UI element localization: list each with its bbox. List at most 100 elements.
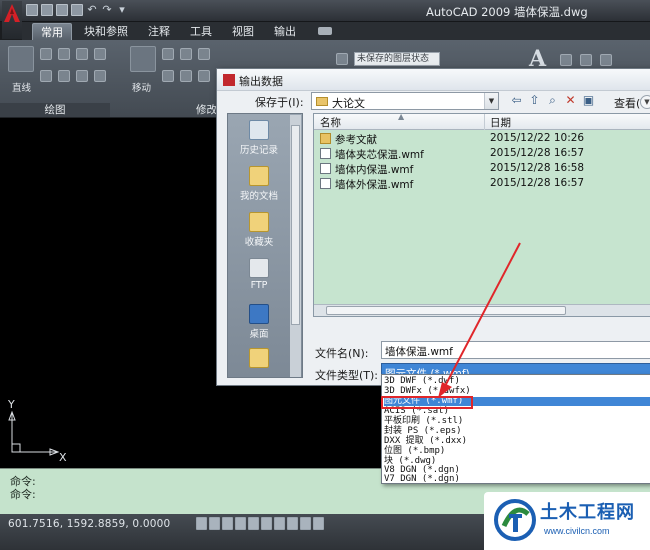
draw-panel-label[interactable]: 绘图 <box>0 103 110 117</box>
layer-state-combo[interactable]: 未保存的图层状态 <box>354 52 440 66</box>
modify-panel-label[interactable]: 修改 <box>196 103 218 117</box>
filetype-dropdown-list[interactable]: 3D DWF (*.dwf) 3D DWFx (*.dwfx) 图元文件 (*.… <box>381 374 650 484</box>
save-icon[interactable] <box>56 4 68 16</box>
filetype-option[interactable]: DXX 提取 (*.dxx) <box>384 437 467 446</box>
search-icon[interactable]: ⌕ <box>545 93 560 108</box>
trim-icon[interactable] <box>180 48 192 60</box>
osnap-toggle-icon[interactable] <box>248 517 259 530</box>
dimension-icon[interactable] <box>560 54 572 66</box>
filetype-option[interactable]: 平板印刷 (*.stl) <box>384 417 463 426</box>
move-tool-icon[interactable] <box>130 46 156 72</box>
place-desktop[interactable]: 桌面 <box>228 304 290 340</box>
places-scrollbar[interactable] <box>290 115 301 377</box>
quick-access-toolbar: ↶ ↷ ▾ <box>26 4 128 18</box>
ribbon-minimize-button[interactable] <box>318 27 332 35</box>
undo-icon[interactable]: ↶ <box>86 4 98 16</box>
file-row[interactable]: 墙体夹芯保温.wmf 2015/12/28 16:57 <box>314 146 650 161</box>
filetype-option[interactable]: 封装 PS (*.eps) <box>384 427 462 436</box>
sort-arrow-icon: ▲ <box>398 113 405 121</box>
window-title: AutoCAD 2009 墙体保温.dwg <box>426 5 588 19</box>
column-divider[interactable] <box>484 114 485 130</box>
dropdown-icon[interactable]: ▾ <box>116 4 128 16</box>
grid-toggle-icon[interactable] <box>209 517 220 530</box>
file-list[interactable]: 名称 ▲ 日期 参考文献 2015/12/22 10:26 墙体夹芯保温.wmf… <box>313 113 650 317</box>
place-desktop-label: 桌面 <box>249 329 269 340</box>
circle-icon[interactable] <box>40 70 52 82</box>
filename-input[interactable]: 墙体保温.wmf <box>381 341 650 359</box>
tab-annotate[interactable]: 注释 <box>140 23 178 40</box>
watermark: 土木工程网 www.civilcn.com <box>484 492 650 550</box>
new-file-icon[interactable] <box>26 4 38 16</box>
layer-state-icon[interactable] <box>336 53 348 65</box>
dyn-toggle-icon[interactable] <box>287 517 298 530</box>
new-folder-icon[interactable]: ▣ <box>581 93 596 108</box>
arc-icon[interactable] <box>58 48 70 60</box>
history-icon <box>249 120 269 140</box>
command-prompt-line[interactable]: 命令: <box>10 486 36 502</box>
line-tool-icon[interactable] <box>8 46 34 72</box>
leader-icon[interactable] <box>580 54 592 66</box>
ellipse-icon[interactable] <box>58 70 70 82</box>
file-list-hscrollbar[interactable] <box>314 304 650 316</box>
place-extra[interactable] <box>228 348 290 370</box>
export-data-dialog: 输出数据 保存于(I): 大论文 ▼ ⇦ ⇧ ⌕ ✕ ▣ 查看(V) ▼ 历史记… <box>216 68 650 386</box>
mirror-icon[interactable] <box>180 70 192 82</box>
file-row[interactable]: 墙体外保温.wmf 2015/12/28 16:57 <box>314 176 650 191</box>
rectangle-icon[interactable] <box>94 48 106 60</box>
file-row[interactable]: 参考文献 2015/12/22 10:26 <box>314 131 650 146</box>
chevron-down-icon[interactable]: ▼ <box>640 95 650 109</box>
title-bar: ↶ ↷ ▾ AutoCAD 2009 墙体保温.dwg <box>0 0 650 22</box>
tab-view[interactable]: 视图 <box>224 23 262 40</box>
dialog-title-bar[interactable]: 输出数据 <box>217 69 650 91</box>
erase-icon[interactable] <box>198 48 210 60</box>
watermark-url: www.civilcn.com <box>544 526 610 536</box>
filetype-option[interactable]: 3D DWF (*.dwf) <box>384 377 460 386</box>
place-favorites[interactable]: 收藏夹 <box>228 212 290 248</box>
snap-toggle-icon[interactable] <box>196 517 207 530</box>
table-icon[interactable] <box>600 54 612 66</box>
otrack-toggle-icon[interactable] <box>261 517 272 530</box>
wmf-file-icon <box>320 178 331 189</box>
lineweight-toggle-icon[interactable] <box>300 517 311 530</box>
place-ftp[interactable]: FTP <box>228 258 290 291</box>
tab-tools[interactable]: 工具 <box>182 23 220 40</box>
quick-properties-toggle-icon[interactable] <box>313 517 324 530</box>
up-folder-icon[interactable]: ⇧ <box>527 93 542 108</box>
column-header-name[interactable]: 名称 <box>320 115 341 130</box>
tab-home[interactable]: 常用 <box>32 22 72 40</box>
filetype-label: 文件类型(T): <box>315 369 379 382</box>
autocad-logo-icon <box>4 4 20 22</box>
filetype-option[interactable]: 位图 (*.bmp) <box>384 447 445 456</box>
back-icon[interactable]: ⇦ <box>509 93 524 108</box>
filetype-option[interactable]: V7 DGN (*.dgn) <box>384 475 460 484</box>
hscroll-thumb[interactable] <box>326 306 566 315</box>
polyline-icon[interactable] <box>40 48 52 60</box>
polygon-icon[interactable] <box>76 48 88 60</box>
places-scroll-thumb[interactable] <box>291 125 300 325</box>
place-history[interactable]: 历史记录 <box>228 120 290 156</box>
file-name: 参考文献 <box>335 134 377 146</box>
delete-icon[interactable]: ✕ <box>563 93 578 108</box>
tab-output[interactable]: 输出 <box>266 23 304 40</box>
copy-icon[interactable] <box>162 70 174 82</box>
open-file-icon[interactable] <box>41 4 53 16</box>
region-icon[interactable] <box>94 70 106 82</box>
fillet-icon[interactable] <box>198 70 210 82</box>
coordinate-readout: 601.7516, 1592.8859, 0.0000 <box>8 518 171 530</box>
application-menu-button[interactable] <box>2 1 22 39</box>
tab-blocks-references[interactable]: 块和参照 <box>76 23 136 40</box>
save-in-combo[interactable]: 大论文 ▼ <box>311 92 499 110</box>
redo-icon[interactable]: ↷ <box>101 4 113 16</box>
filetype-option[interactable]: 3D DWFx (*.dwfx) <box>384 387 471 396</box>
hatch-icon[interactable] <box>76 70 88 82</box>
place-my-documents[interactable]: 我的文档 <box>228 166 290 202</box>
print-icon[interactable] <box>71 4 83 16</box>
place-favorites-label: 收藏夹 <box>244 237 274 248</box>
polar-toggle-icon[interactable] <box>235 517 246 530</box>
ducs-toggle-icon[interactable] <box>274 517 285 530</box>
chevron-down-icon[interactable]: ▼ <box>484 93 498 109</box>
ortho-toggle-icon[interactable] <box>222 517 233 530</box>
rotate-icon[interactable] <box>162 48 174 60</box>
column-header-date[interactable]: 日期 <box>490 115 511 130</box>
file-row[interactable]: 墙体内保温.wmf 2015/12/28 16:58 <box>314 161 650 176</box>
